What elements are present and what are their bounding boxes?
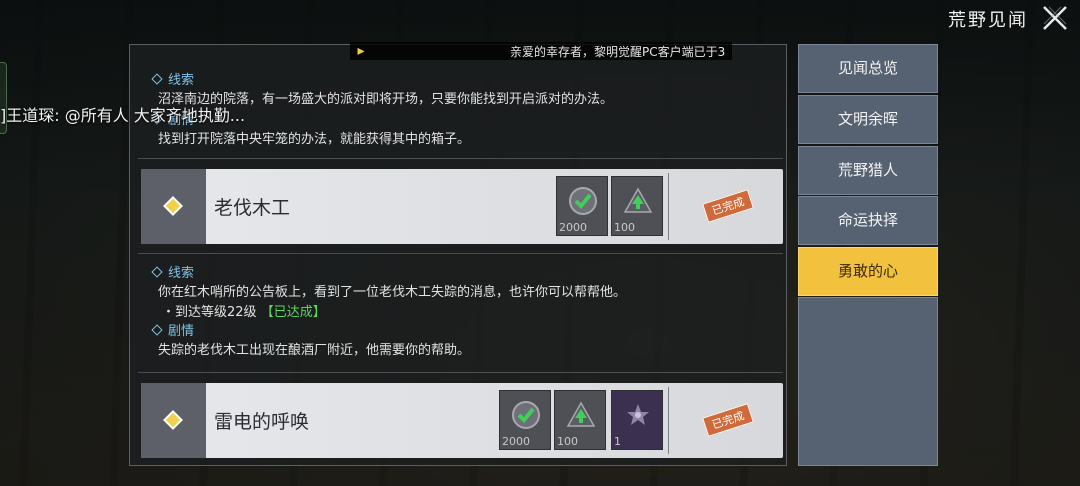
story-text: 找到打开院落中央牢笼的办法，就能获得其中的箱子。 [158,132,471,147]
quest-name: 雷电的呼唤 [214,411,310,433]
divider [668,173,669,240]
clue-heading: 线索 [140,71,780,90]
reward-slot[interactable]: 1 [611,390,663,450]
quest-card-call-of-thunder[interactable]: 雷电的呼唤 2000 100 1 已完成 [141,383,783,458]
green-check-coin-icon [569,187,597,215]
divider [138,372,783,373]
quest-marker [141,383,206,458]
quest-marker [141,169,206,244]
reward-slot[interactable]: 100 [611,176,663,236]
reward-slot[interactable]: 2000 [499,390,551,450]
reward-slot[interactable]: 2000 [556,176,608,236]
clue-text: 沼泽南边的院落，有一场盛大的派对即将开场，只要你能找到开启派对的办法。 [158,92,614,107]
requirement-status: 【已达成】 [260,305,326,320]
experience-arrow-icon [623,187,653,213]
megaphone-icon: ▸ [357,43,365,59]
quest-detail-b: 线索 你在红木哨所的公告板上，看到了一位老伐木工失踪的消息，也许你可以帮帮他。 … [140,264,780,360]
menu-item-brave-heart[interactable]: 勇敢的心 [798,247,938,296]
quest-name: 老伐木工 [214,197,291,219]
story-text: 失踪的老伐木工出现在酿酒厂附近，他需要你的帮助。 [158,343,471,358]
requirement-line: ・到达等级22级 【已达成】 [162,305,326,320]
diamond-bullet-icon [151,324,163,336]
divider [138,158,783,159]
menu-item-hunter[interactable]: 荒野猎人 [798,146,938,195]
chat-message[interactable]: ]王道琛: @所有人 大家齐地执勤... [0,102,245,126]
story-heading: 剧情 [140,322,780,341]
diamond-bullet-icon [151,73,163,85]
notice-marquee: ▸ 亲爱的幸存者，黎明觉醒PC客户端已于3 [350,42,732,60]
purple-star-item-icon [627,404,649,425]
page-title: 荒野见闻 [948,10,1028,31]
status-badge: 已完成 [702,189,754,223]
menu-item-overview[interactable]: 见闻总览 [798,44,938,93]
experience-arrow-icon [566,401,596,427]
quest-diamond-icon [163,196,183,216]
notice-text: 亲爱的幸存者，黎明觉醒PC客户端已于3 [510,45,726,59]
reward-slot[interactable]: 100 [554,390,606,450]
status-badge: 已完成 [702,403,754,437]
menu-item-fate[interactable]: 命运抉择 [798,196,938,245]
divider [668,387,669,454]
green-check-coin-icon [512,401,540,429]
diamond-bullet-icon [151,266,163,278]
quest-diamond-icon [163,410,183,430]
clue-text: 你在红木哨所的公告板上，看到了一位老伐木工失踪的消息，也许你可以帮帮他。 [158,285,627,300]
close-icon [1043,6,1067,30]
divider [138,253,783,254]
close-button[interactable] [1040,4,1070,32]
quest-card-old-lumberjack[interactable]: 老伐木工 2000 100 已完成 [141,169,783,244]
clue-heading: 线索 [140,264,780,283]
menu-background [798,297,938,466]
menu-item-civilization[interactable]: 文明余晖 [798,95,938,144]
